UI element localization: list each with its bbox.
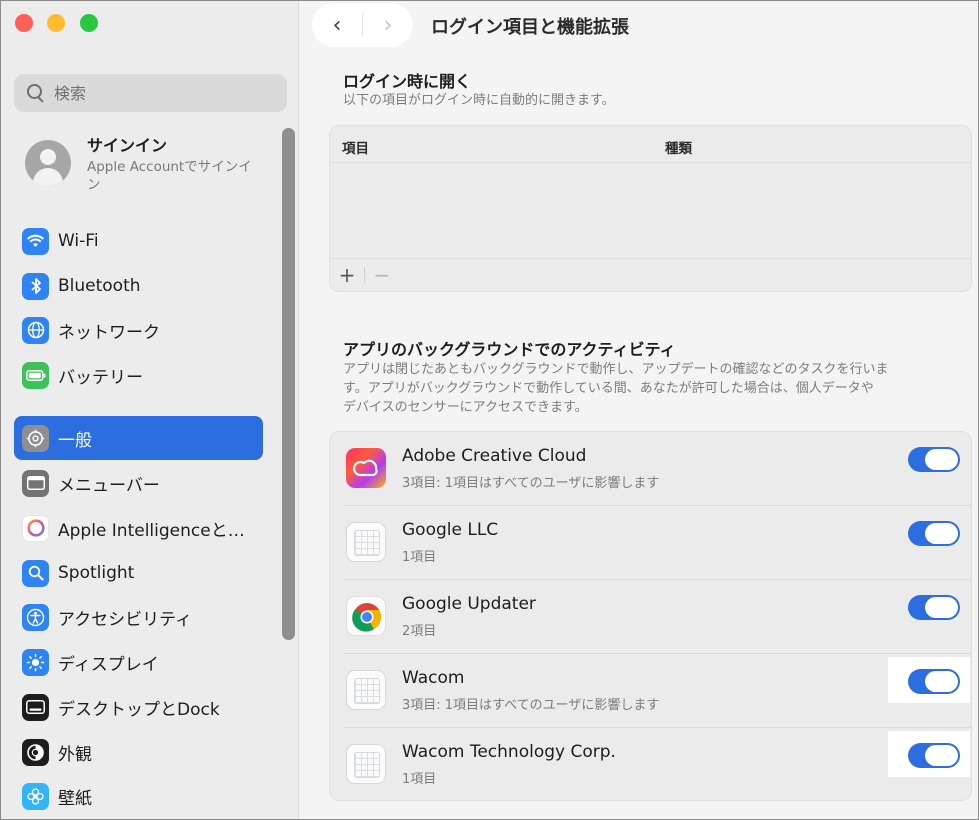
main-pane: ‹ › ログイン項目と機能拡張 ログイン時に開く 以下の項目がログイン時に自動的… (300, 1, 978, 819)
back-button[interactable]: ‹ (312, 3, 362, 47)
search-icon (26, 83, 46, 103)
sidebar-item-label: 壁紙 (58, 788, 92, 809)
search-input[interactable] (54, 83, 254, 103)
sidebar-item-network[interactable]: ネットワーク (14, 308, 263, 352)
forward-button[interactable]: › (363, 3, 413, 47)
app-detail: 3項目: 1項目はすべてのユーザに影響します (402, 476, 660, 491)
login-section-subtitle: 以下の項目がログイン時に自動的に開きます。 (343, 93, 615, 108)
background-section-description: アプリは閉じたあともバックグラウンドで動作し、アップデートの確認などのタスクを行… (343, 362, 889, 415)
battery-icon (22, 361, 49, 389)
table-footer: + − (330, 258, 971, 291)
gear-icon (22, 424, 49, 452)
toggle-switch[interactable] (908, 521, 960, 546)
sidebar-item-menubar[interactable]: メニューバー (14, 461, 263, 505)
list-item: Google Updater 2項目 (330, 580, 971, 654)
apple-intelligence-icon (22, 514, 49, 542)
list-item: Google LLC 1項目 (330, 506, 971, 580)
sidebar-item-display[interactable]: ディスプレイ (14, 640, 263, 684)
sidebar-item-label: メニューバー (58, 475, 160, 496)
list-item: Wacom Technology Corp. 1項目 (330, 728, 971, 802)
column-header-type[interactable]: 種類 (665, 137, 692, 157)
chrome-icon (346, 596, 386, 636)
system-settings-window: サインイン Apple Accountでサインイン Wi-Fi Bluetoot… (0, 0, 979, 820)
chevron-left-icon: ‹ (332, 12, 342, 38)
app-name: Google Updater (402, 594, 536, 614)
app-name: Google LLC (402, 520, 499, 540)
sidebar-item-bluetooth[interactable]: Bluetooth (14, 264, 263, 308)
toggle-switch[interactable] (908, 743, 960, 768)
generic-app-icon (346, 744, 386, 784)
spotlight-icon (22, 559, 49, 587)
sidebar-item-appearance[interactable]: 外観 (14, 730, 263, 774)
app-detail: 2項目 (402, 624, 437, 639)
sidebar-item-label: Bluetooth (58, 276, 141, 296)
sidebar-item-spotlight[interactable]: Spotlight (14, 551, 263, 595)
bluetooth-icon (22, 272, 49, 300)
history-navigation: ‹ › (312, 3, 413, 47)
generic-app-icon (346, 670, 386, 710)
avatar-icon (25, 140, 71, 186)
list-item: Adobe Creative Cloud 3項目: 1項目はすべてのユーザに影響… (330, 432, 971, 506)
generic-app-icon (346, 522, 386, 562)
sidebar-item-wifi[interactable]: Wi-Fi (14, 219, 263, 263)
account-subtitle: Apple Accountでサインイン (87, 159, 252, 193)
sidebar-item-label: ディスプレイ (58, 654, 159, 675)
toggle-switch[interactable] (908, 447, 960, 472)
sidebar-item-label: ネットワーク (58, 322, 160, 343)
minimize-window-button[interactable] (47, 14, 65, 32)
sidebar-scrollbar[interactable] (282, 128, 295, 640)
sidebar-item-label: デスクトップとDock (58, 699, 220, 720)
sidebar-item-general[interactable]: 一般 (14, 416, 263, 460)
sidebar-item-label: 外観 (58, 744, 92, 765)
page-title: ログイン項目と機能拡張 (431, 17, 629, 38)
account-sign-in[interactable]: サインイン Apple Accountでサインイン (25, 131, 265, 197)
sidebar-item-desktop-dock[interactable]: デスクトップとDock (14, 685, 263, 729)
menubar-icon (22, 469, 49, 497)
background-section-title: アプリのバックグラウンドでのアクティビティ (343, 340, 676, 359)
wifi-icon (22, 227, 49, 255)
app-detail: 1項目 (402, 772, 437, 787)
add-login-item-button[interactable]: + (330, 263, 364, 287)
sidebar-item-battery[interactable]: バッテリー (14, 353, 263, 397)
app-name: Wacom (402, 668, 465, 688)
toggle-switch[interactable] (908, 669, 960, 694)
sidebar-item-accessibility[interactable]: アクセシビリティ (14, 595, 263, 639)
table-header: 項目 種類 (330, 126, 971, 163)
adobe-cc-icon (346, 448, 386, 488)
app-detail: 1項目 (402, 550, 437, 565)
sidebar-item-label: 一般 (58, 430, 92, 451)
app-name: Wacom Technology Corp. (402, 742, 616, 762)
login-section-title: ログイン時に開く (343, 72, 472, 91)
wallpaper-icon (22, 782, 49, 810)
account-name: サインイン (87, 136, 168, 155)
appearance-icon (22, 738, 49, 766)
toggle-switch[interactable] (908, 595, 960, 620)
remove-login-item-button[interactable]: − (365, 263, 399, 287)
chevron-right-icon: › (383, 12, 393, 38)
login-items-table[interactable]: 項目 種類 + − (329, 125, 972, 292)
search-field[interactable] (14, 74, 287, 112)
sidebar-item-wallpaper[interactable]: 壁紙 (14, 774, 263, 818)
sidebar-item-label: バッテリー (58, 367, 143, 388)
globe-icon (22, 316, 49, 344)
zoom-window-button[interactable] (80, 14, 98, 32)
sidebar-item-label: Apple Intelligenceと… (58, 520, 245, 541)
display-icon (22, 648, 49, 676)
close-window-button[interactable] (15, 14, 33, 32)
sidebar-item-label: Spotlight (58, 563, 135, 583)
sidebar-item-label: アクセシビリティ (58, 609, 193, 630)
accessibility-icon (22, 603, 49, 631)
sidebar-item-apple-intelligence[interactable]: Apple Intelligenceと… (14, 506, 263, 550)
sidebar-item-label: Wi-Fi (58, 231, 99, 251)
sidebar: サインイン Apple Accountでサインイン Wi-Fi Bluetoot… (1, 1, 299, 819)
dock-icon (22, 693, 49, 721)
background-apps-list: Adobe Creative Cloud 3項目: 1項目はすべてのユーザに影響… (329, 431, 972, 801)
list-item: Wacom 3項目: 1項目はすべてのユーザに影響します (330, 654, 971, 728)
app-name: Adobe Creative Cloud (402, 446, 587, 466)
app-detail: 3項目: 1項目はすべてのユーザに影響します (402, 698, 660, 713)
column-header-item[interactable]: 項目 (342, 137, 369, 157)
